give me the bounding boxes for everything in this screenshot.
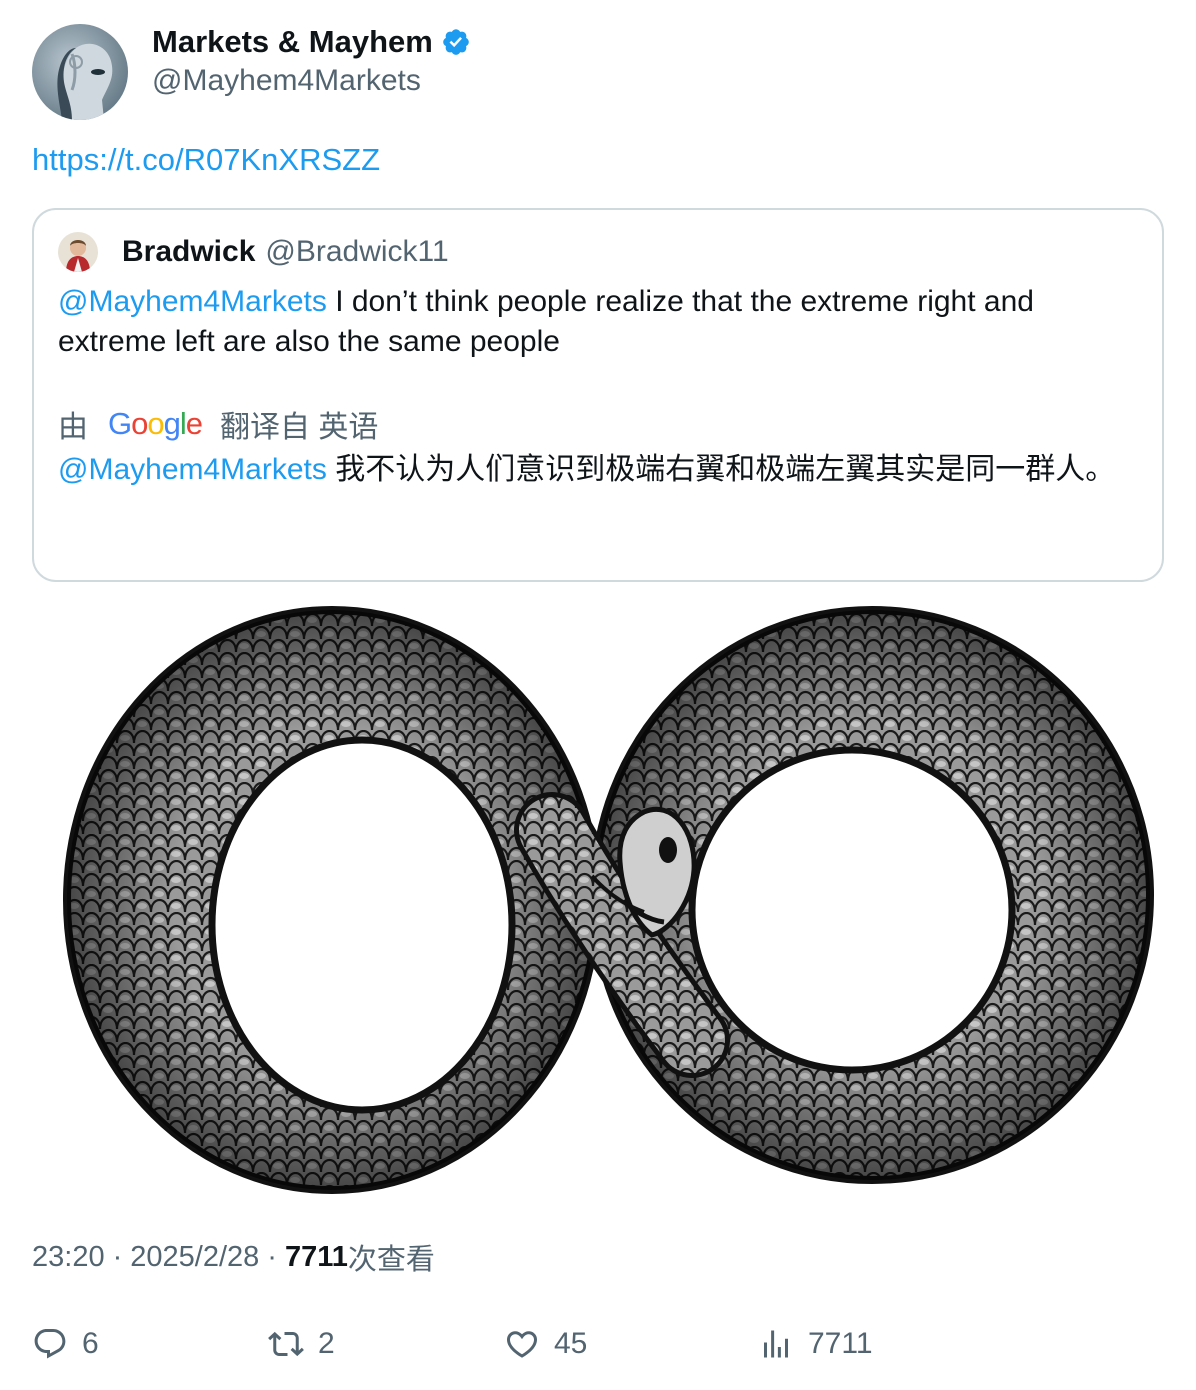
repost-button[interactable]: 2 — [268, 1322, 335, 1366]
translate-prefix: 由 — [58, 411, 88, 444]
quoted-author-handle: @Bradwick11 — [265, 235, 449, 268]
quoted-translated-text: @Mayhem4Markets 我不认为人们意识到极端右翼和极端左翼其实是同一群… — [58, 450, 1138, 490]
views-label: 次查看 — [347, 1244, 435, 1276]
tweet-time[interactable]: 23:20 — [32, 1241, 105, 1274]
heart-icon — [506, 1331, 538, 1358]
translation-attribution: 由 Google 翻译自 英语 — [58, 402, 378, 446]
views-count: 7711 — [284, 1240, 348, 1273]
quoted-tweet-card[interactable]: Bradwick @Bradwick11 @Mayhem4Markets I d… — [32, 208, 1164, 582]
quoted-author-display-name: Bradwick — [122, 235, 256, 268]
repost-count: 2 — [318, 1327, 335, 1360]
quoted-tweet-text: @Mayhem4Markets I don’t think people rea… — [58, 282, 1138, 362]
reply-icon — [34, 1329, 66, 1359]
reply-count: 6 — [82, 1327, 99, 1360]
verified-badge-icon — [443, 29, 469, 55]
repost-icon — [268, 1331, 304, 1357]
quoted-author-avatar — [58, 232, 98, 272]
analytics-icon — [764, 1330, 788, 1358]
meta-separator: · — [267, 1240, 277, 1273]
tweet-header: Markets & Mayhem @Mayhem4Markets — [32, 24, 471, 120]
author-handle[interactable]: @Mayhem4Markets — [152, 64, 471, 98]
like-count: 45 — [554, 1327, 588, 1360]
translated-text-body: 我不认为人们意识到极端右翼和极端左翼其实是同一群人。 — [326, 453, 1116, 486]
quoted-mention-link[interactable]: @Mayhem4Markets — [58, 285, 327, 318]
tweet-action-bar: 6 2 45 7711 — [32, 1322, 1164, 1366]
tweet-media-image[interactable] — [32, 600, 1164, 1210]
reply-button[interactable]: 6 — [32, 1322, 99, 1366]
translate-suffix: 翻译自 英语 — [220, 411, 379, 444]
tweet-meta: 23:20 · 2025/2/28 · 7711 次查看 — [32, 1236, 435, 1278]
meta-separator: · — [112, 1240, 123, 1273]
google-logo: Google — [108, 406, 203, 441]
like-button[interactable]: 45 — [504, 1322, 587, 1366]
author-avatar[interactable] — [32, 24, 128, 120]
views-action-count: 7711 — [808, 1327, 873, 1360]
tweet-date[interactable]: 2025/2/28 — [130, 1241, 259, 1274]
translated-mention-link[interactable]: @Mayhem4Markets — [58, 453, 327, 486]
tweet-link[interactable]: https://t.co/R07KnXRSZZ — [32, 142, 380, 178]
views-button[interactable]: 7711 — [758, 1322, 873, 1366]
author-display-name[interactable]: Markets & Mayhem — [152, 24, 433, 60]
